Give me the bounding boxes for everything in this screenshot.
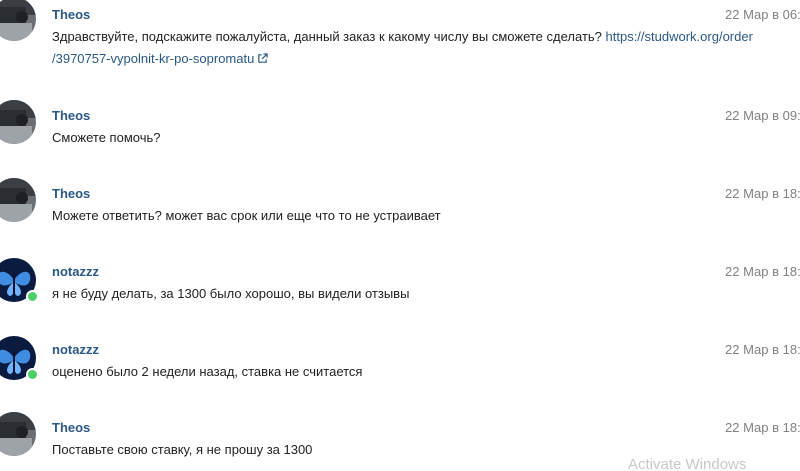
message-text: Здравствуйте, подскажите пожалуйста, дан…: [52, 26, 792, 70]
message-date: 22 Мар в 06:: [725, 7, 800, 22]
message-author[interactable]: Theos: [52, 108, 90, 123]
message-text: Сможете помочь?: [52, 130, 161, 145]
online-status-indicator: [26, 368, 39, 381]
message-author[interactable]: notazzz: [52, 342, 99, 357]
message-text: Можете ответить? может вас срок или еще …: [52, 208, 441, 223]
message-date: 22 Мар в 18:: [725, 342, 800, 357]
chat-history: Theos 22 Мар в 06: Здравствуйте, подскаж…: [0, 0, 800, 471]
avatar[interactable]: [0, 178, 36, 222]
avatar[interactable]: [0, 100, 36, 144]
avatar[interactable]: [0, 0, 36, 41]
message-date: 22 Мар в 09:: [725, 108, 800, 123]
order-link-part2: /3970757-vypolnit-kr-po-sopromatu: [52, 51, 255, 66]
activate-windows-watermark: Activate Windows: [628, 456, 747, 471]
message-text-body: Здравствуйте, подскажите пожалуйста, дан…: [52, 29, 606, 44]
message-author[interactable]: Theos: [52, 7, 90, 22]
message-date: 22 Мар в 18:: [725, 186, 800, 201]
message-item: Theos 22 Мар в 09: Сможете помочь?: [0, 100, 800, 160]
message-date: 22 Мар в 18:: [725, 420, 800, 435]
message-author[interactable]: Theos: [52, 186, 90, 201]
user-photo-avatar-icon: [0, 412, 36, 456]
message-text: оценено было 2 недели назад, ставка не с…: [52, 364, 363, 379]
avatar[interactable]: [0, 412, 36, 456]
message-item: Theos 22 Мар в 18: Можете ответить? може…: [0, 178, 800, 238]
online-status-indicator: [26, 290, 39, 303]
message-author[interactable]: Theos: [52, 420, 90, 435]
message-item: notazzz 22 Мар в 18: оценено было 2 неде…: [0, 334, 800, 394]
external-link-icon: [258, 53, 269, 63]
user-photo-avatar-icon: [0, 100, 36, 144]
user-photo-avatar-icon: [0, 0, 36, 41]
message-date: 22 Мар в 18:: [725, 264, 800, 279]
message-text: я не буду делать, за 1300 было хорошо, в…: [52, 286, 410, 301]
message-item: Theos 22 Мар в 06: Здравствуйте, подскаж…: [0, 0, 800, 72]
user-photo-avatar-icon: [0, 178, 36, 222]
order-link-part1: https://studwork.org/order: [605, 29, 753, 44]
message-item: notazzz 22 Мар в 18: я не буду делать, з…: [0, 256, 800, 316]
message-author[interactable]: notazzz: [52, 264, 99, 279]
